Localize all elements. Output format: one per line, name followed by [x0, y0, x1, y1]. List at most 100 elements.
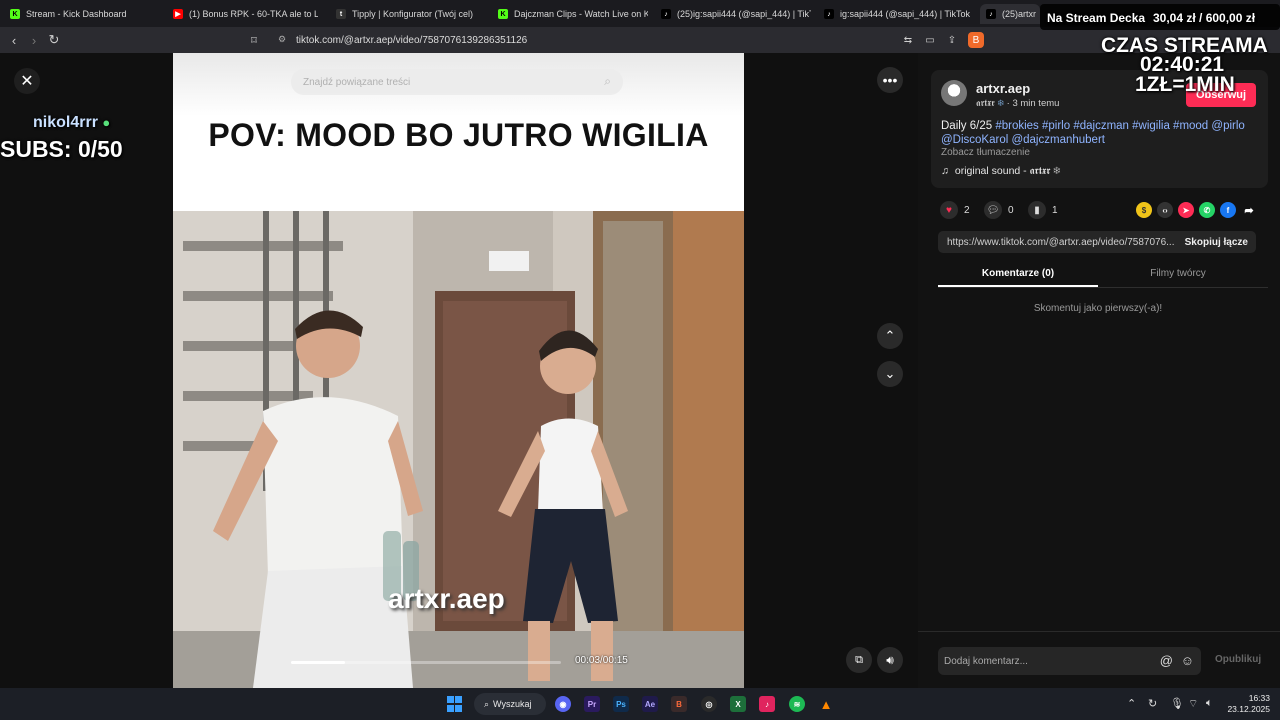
tab-title: Dajczman Clips - Watch Live on Kick [514, 9, 648, 19]
reload-icon[interactable]: ↻ [46, 32, 62, 48]
kick-icon: K [498, 9, 508, 19]
tab-title: (25)artxr [1002, 9, 1037, 19]
brave-icon[interactable]: B [671, 696, 687, 712]
previous-video-icon[interactable]: ⌃ [877, 323, 903, 349]
emoji-icon[interactable]: ☺ [1181, 653, 1194, 668]
photoshop-icon[interactable]: Ps [613, 696, 629, 712]
cast-icon[interactable]: ▭ [922, 32, 938, 48]
sound-link[interactable]: ♫ original sound - 𝖆𝖗𝖙𝖝𝖗 ❄ [941, 165, 1061, 178]
tab-title: Tipply | Konfigurator (Twój cel) [352, 9, 474, 19]
tray-overflow-icon[interactable]: ⌃ [1127, 697, 1136, 710]
coin-icon[interactable]: $ [1136, 202, 1152, 218]
video-link-text: https://www.tiktok.com/@artxr.aep/video/… [947, 236, 1175, 248]
browser-tab[interactable]: K Dajczman Clips - Watch Live on Kick [498, 4, 648, 24]
save-button[interactable]: ▮ 1 [1028, 201, 1058, 219]
facebook-icon[interactable]: f [1220, 202, 1236, 218]
youtube-icon: ▶ [173, 9, 183, 19]
system-clock[interactable]: 16:33 23.12.2025 [1226, 693, 1270, 715]
clock-date: 23.12.2025 [1227, 704, 1270, 714]
search-icon[interactable]: ⌕ [604, 74, 611, 89]
video-description: Daily 6/25 #brokies #pirlo #dajczman #wi… [941, 119, 1259, 147]
video-caption: POV: MOOD BO JUTRO WIGILIA [208, 117, 709, 153]
tab-title: (1) Bonus RPK - 60-TKA ale to LAST [189, 9, 318, 19]
video-details-panel: artxr.aep 𝖆𝖗𝖙𝖝𝖗 ❄ · 3 min temu Obserwuj … [918, 53, 1280, 688]
microphone-icon[interactable]: 🎙︎ [1170, 697, 1184, 710]
overlay-subs: SUBS: 0/50 [0, 136, 123, 162]
taskbar-search[interactable]: ⌕ Wyszukaj [474, 693, 546, 715]
send-icon[interactable]: ➤ [1178, 202, 1194, 218]
post-time: 3 min temu [1012, 98, 1060, 109]
tab-divider [938, 287, 1268, 288]
share-page-icon[interactable]: ⇪ [944, 32, 960, 48]
bookmark-icon[interactable]: ⌑ [246, 32, 262, 48]
after-effects-icon[interactable]: Ae [642, 696, 658, 712]
more-options-icon[interactable]: ••• [877, 67, 903, 93]
translate-icon[interactable]: ⇆ [900, 32, 916, 48]
spotify-icon[interactable]: ≋ [789, 696, 805, 712]
embed-icon[interactable]: ‹› [1157, 202, 1173, 218]
vlc-icon[interactable]: ▲ [818, 696, 834, 712]
browser-tab[interactable]: ♪ (25)ig:sapii444 (@sapi_444) | TikTok [661, 4, 811, 24]
avatar[interactable] [941, 80, 967, 106]
video-frame [173, 211, 744, 688]
video-progress-bar[interactable] [291, 661, 561, 664]
tiktok-icon: ♪ [661, 9, 671, 19]
sync-icon[interactable]: ↻ [1148, 697, 1157, 710]
translate-link[interactable]: Zobacz tłumaczenie [941, 147, 1030, 158]
comment-input[interactable]: Dodaj komentarz... @ ☺ [938, 647, 1201, 675]
steam-icon[interactable]: ◎ [701, 696, 717, 712]
overlay-goal-amount: 30,04 zł / 600,00 zł [1153, 11, 1256, 25]
video-player[interactable]: Znajdź powiązane treści ⌕ POV: MOOD BO J… [173, 53, 744, 688]
video-watermark: artxr.aep [388, 583, 505, 614]
tab-title: Stream - Kick Dashboard [26, 9, 127, 19]
related-search-input[interactable]: Znajdź powiązane treści ⌕ [291, 69, 623, 95]
overlay-username-text: nikol4rrr [33, 114, 98, 131]
next-video-icon[interactable]: ⌄ [877, 361, 903, 387]
bookmark-icon: ▮ [1028, 201, 1046, 219]
alien-icon: ● [102, 115, 111, 130]
close-icon[interactable]: ✕ [14, 68, 40, 94]
url-field[interactable]: ⚙ tiktok.com/@artxr.aep/video/7587076139… [270, 30, 990, 50]
comment-bar: Dodaj komentarz... @ ☺ Opublikuj [918, 631, 1280, 688]
whatsapp-icon[interactable]: ✆ [1199, 202, 1215, 218]
comment-button[interactable]: 💬︎ 0 [984, 201, 1014, 219]
picture-in-picture-icon[interactable]: ⧉ [846, 647, 872, 673]
tiktok-icon: ♪ [986, 9, 996, 19]
video-progress-fill [291, 661, 345, 664]
empty-comments-message: Skomentuj jako pierwszy(-a)! [1033, 303, 1163, 314]
like-button[interactable]: ♥ 2 [940, 201, 970, 219]
brave-shield-icon[interactable]: B [968, 32, 984, 48]
mention-icon[interactable]: @ [1160, 653, 1173, 668]
browser-tab[interactable]: ♪ ig:sapii444 (@sapi_444) | TikTok [824, 4, 974, 24]
publish-button[interactable]: Opublikuj [1215, 654, 1261, 665]
premiere-icon[interactable]: Pr [584, 696, 600, 712]
author-username[interactable]: artxr.aep [976, 81, 1030, 96]
back-icon[interactable]: ‹ [6, 32, 22, 48]
site-settings-icon[interactable]: ⚙ [278, 34, 286, 45]
video-time: 00:03/00:15 [575, 655, 628, 666]
search-icon: ⌕ [484, 698, 490, 709]
comment-placeholder: Dodaj komentarz... [944, 655, 1028, 667]
browser-address-bar: ‹ › ↻ ⌑ ⚙ tiktok.com/@artxr.aep/video/75… [0, 27, 1280, 53]
excel-icon[interactable]: X [730, 696, 746, 712]
browser-tab-active[interactable]: ♪ (25)artxr [980, 4, 1040, 24]
share-icon[interactable]: ➦ [1241, 202, 1257, 218]
tab-creator-videos[interactable]: Filmy twórcy [1098, 263, 1258, 287]
browser-tab[interactable]: t Tipply | Konfigurator (Twój cel) [336, 4, 486, 24]
browser-tab[interactable]: K Stream - Kick Dashboard [10, 4, 160, 24]
kick-icon: K [10, 9, 20, 19]
discord-icon[interactable]: ◉ [555, 696, 571, 712]
browser-tab[interactable]: ▶ (1) Bonus RPK - 60-TKA ale to LAST [173, 4, 318, 24]
volume-icon[interactable]: 🔊︎ [877, 647, 903, 673]
copy-link-button[interactable]: Skopiuj łącze [1185, 231, 1248, 253]
speaker-icon[interactable]: 🔈︎ [1206, 697, 1213, 710]
overlay-goal-box: Na Stream Decka 30,04 zł / 600,00 zł [1040, 4, 1280, 30]
tiktok-studio-icon[interactable]: ♪ [759, 696, 775, 712]
network-icon[interactable]: ⌔ [1188, 697, 1198, 711]
video-link-field[interactable]: https://www.tiktok.com/@artxr.aep/video/… [938, 231, 1256, 253]
tab-comments[interactable]: Komentarze (0) [938, 263, 1098, 287]
overlay-username: nikol4rrr ● [33, 114, 110, 132]
save-count: 1 [1052, 204, 1058, 216]
windows-start-icon[interactable] [446, 696, 462, 712]
forward-icon[interactable]: › [26, 32, 42, 48]
